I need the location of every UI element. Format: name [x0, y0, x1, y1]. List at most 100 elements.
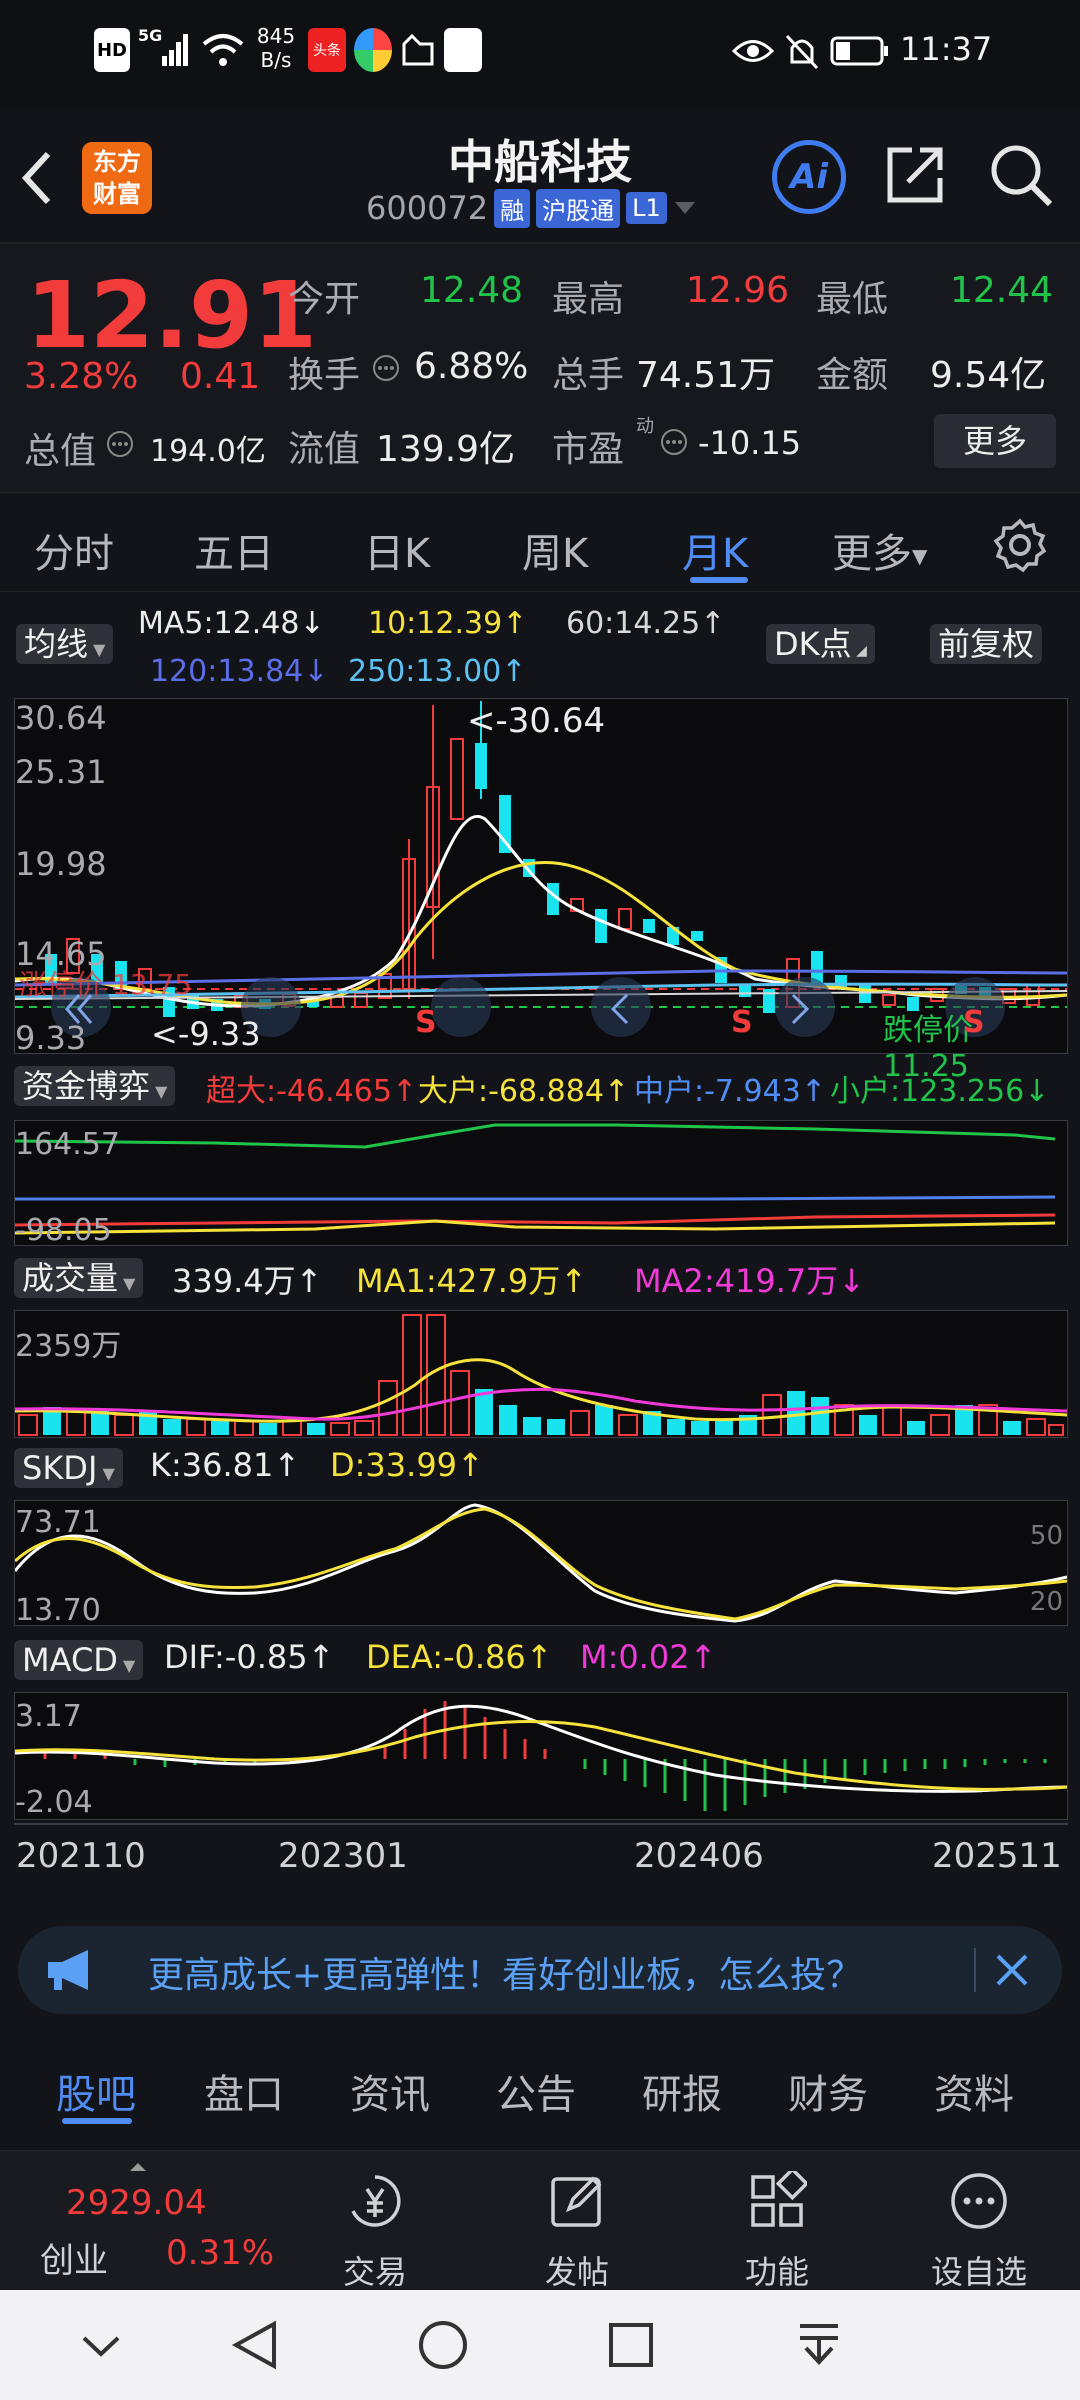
adjust-button[interactable]: 前复权 — [930, 624, 1043, 664]
max-price-label: <-30.64 — [467, 701, 606, 741]
open-value: 12.48 — [420, 270, 524, 311]
tab-intraday[interactable]: 分时 — [34, 521, 114, 579]
info-icon[interactable] — [372, 354, 400, 382]
sell-signal[interactable]: S — [963, 1005, 985, 1040]
caret-up-icon — [130, 2163, 146, 2171]
stock-code: 600072 — [366, 189, 489, 227]
volume-label: 总手 — [552, 355, 625, 396]
notification-pull-icon[interactable] — [792, 2318, 846, 2372]
change-percent: 3.28% — [24, 356, 139, 397]
search-icon[interactable] — [988, 142, 1054, 208]
tab-forum[interactable]: 股吧 — [56, 2062, 136, 2120]
clock: 11:37 — [900, 30, 993, 68]
tab-five-day[interactable]: 五日 — [194, 521, 274, 579]
volume-selector-button[interactable]: 成交量 ▼ — [14, 1258, 144, 1298]
caret-down-icon: ▼ — [97, 1464, 115, 1483]
pe-value: -10.15 — [698, 424, 802, 462]
y-label: 25.31 — [15, 753, 107, 791]
level-tag: L1 — [626, 192, 667, 224]
ai-button[interactable]: Ai — [772, 140, 846, 214]
chevron-down-icon[interactable] — [76, 2322, 126, 2372]
hd-icon: HD — [94, 28, 130, 72]
active-tab-indicator — [690, 577, 748, 583]
y-label-right: 50 — [1029, 1521, 1063, 1551]
pe-superscript: 动 — [636, 416, 654, 437]
high-value: 12.96 — [686, 270, 790, 311]
tab-research[interactable]: 研报 — [642, 2062, 722, 2120]
wifi-icon — [202, 34, 244, 66]
nav-function[interactable]: 功能 — [712, 2166, 842, 2293]
ma250-value: 250:13.00↑ — [348, 654, 527, 689]
battery-icon — [830, 36, 888, 66]
tab-news[interactable]: 资讯 — [350, 2062, 430, 2120]
x-axis-ticks — [14, 1823, 1068, 1825]
volume-svg — [15, 1314, 1067, 1436]
header: 东方 财富 中船科技 600072 融 沪股通 L1 Ai — [0, 110, 1080, 242]
promo-banner[interactable]: 更高成长+更高弹性！看好创业板，怎么投？ — [18, 1926, 1062, 2014]
tab-weekly-k[interactable]: 周K — [522, 521, 588, 579]
tab-daily-k[interactable]: 日K — [364, 521, 430, 579]
volume-ma1: MA1:427.9万↑ — [356, 1262, 588, 1300]
nav-post[interactable]: 发帖 — [512, 2171, 642, 2293]
candles — [45, 701, 1040, 1017]
banner-text[interactable]: 更高成长+更高弹性！看好创业板，怎么投？ — [148, 1946, 862, 1998]
chevron-left-icon[interactable] — [601, 989, 641, 1029]
chevron-right-icon[interactable] — [779, 989, 819, 1029]
turnover-label: 换手 — [288, 355, 361, 396]
macd-selector-button[interactable]: MACD ▼ — [14, 1640, 144, 1680]
tab-monthly-k[interactable]: 月K — [682, 521, 748, 579]
eye-icon — [732, 40, 774, 62]
corner-icon: ◢ — [851, 643, 867, 659]
sell-signal[interactable]: S — [731, 1005, 753, 1040]
close-icon[interactable] — [990, 1948, 1034, 1992]
kline-chart[interactable]: 30.64 25.31 19.98 14.65 9.33 <-30.64 <-9… — [14, 698, 1068, 1084]
caret-down-icon: ▼ — [118, 1274, 136, 1293]
share-icon[interactable] — [884, 144, 946, 206]
mute-icon — [785, 34, 819, 70]
skdj-chart[interactable]: 73.71 13.70 50 20 — [14, 1500, 1068, 1628]
tab-profile[interactable]: 资料 — [934, 2062, 1014, 2120]
more-button[interactable]: 更多 — [934, 414, 1056, 468]
info-icon[interactable] — [660, 428, 688, 456]
recents-square-icon[interactable] — [606, 2320, 656, 2370]
info-icon[interactable] — [106, 430, 134, 458]
macd-m: M:0.02↑ — [580, 1638, 717, 1676]
x-label: 202110 — [16, 1836, 146, 1876]
stock-code-row[interactable]: 600072 融 沪股通 L1 — [366, 188, 697, 228]
info-tabs: 股吧 盘口 资讯 公告 研报 财务 资料 — [0, 2034, 1080, 2134]
net-speed: 845 B/s — [256, 24, 296, 72]
high-label: 最高 — [552, 279, 625, 320]
gear-icon[interactable] — [992, 517, 1048, 573]
sell-signal[interactable]: S — [415, 1005, 437, 1040]
home-circle-icon[interactable] — [416, 2318, 470, 2372]
y-label: 164.57 — [15, 1127, 120, 1162]
amount-label: 金额 — [816, 355, 889, 396]
megaphone-icon — [48, 1950, 88, 1990]
tab-financials[interactable]: 财务 — [788, 2062, 868, 2120]
back-triangle-icon[interactable] — [228, 2318, 282, 2372]
dk-point-button[interactable]: DK点 ◢ — [766, 624, 875, 664]
tab-more[interactable]: 更多▼ — [832, 521, 927, 579]
y-label: 13.70 — [15, 1593, 101, 1628]
nav-trade[interactable]: 交易 — [310, 2171, 440, 2293]
tab-order-book[interactable]: 盘口 — [204, 2062, 284, 2120]
tab-announcements[interactable]: 公告 — [496, 2062, 576, 2120]
news-app-icon: 头条 — [308, 28, 346, 72]
trade-icon — [351, 2175, 401, 2227]
capital-chart[interactable]: 164.57 -98.05 — [14, 1120, 1068, 1248]
ma-selector-button[interactable]: 均线 ▼ — [16, 624, 114, 664]
index-ticker[interactable]: 2929.04 创业 0.31% — [0, 2161, 300, 2281]
volume-chart[interactable]: 2359万 — [14, 1310, 1068, 1438]
low-label: 最低 — [816, 279, 889, 320]
ma5-value: MA5:12.48↓ — [138, 606, 325, 641]
nav-watchlist[interactable]: 设自选 — [914, 2171, 1044, 2293]
volume-value: 339.4万↑ — [172, 1262, 323, 1300]
skdj-selector-button[interactable]: SKDJ ▼ — [14, 1448, 123, 1488]
index-name: 创业 — [40, 2241, 108, 2281]
macd-chart[interactable]: 3.17 -2.04 — [14, 1692, 1068, 1820]
pe-label: 市盈 — [552, 429, 625, 470]
last-price: 12.91 — [26, 262, 318, 369]
double-chevron-left-icon[interactable] — [59, 989, 99, 1029]
skdj-k: K:36.81↑ — [150, 1446, 301, 1484]
capital-selector-button[interactable]: 资金博弈 ▼ — [14, 1066, 176, 1106]
